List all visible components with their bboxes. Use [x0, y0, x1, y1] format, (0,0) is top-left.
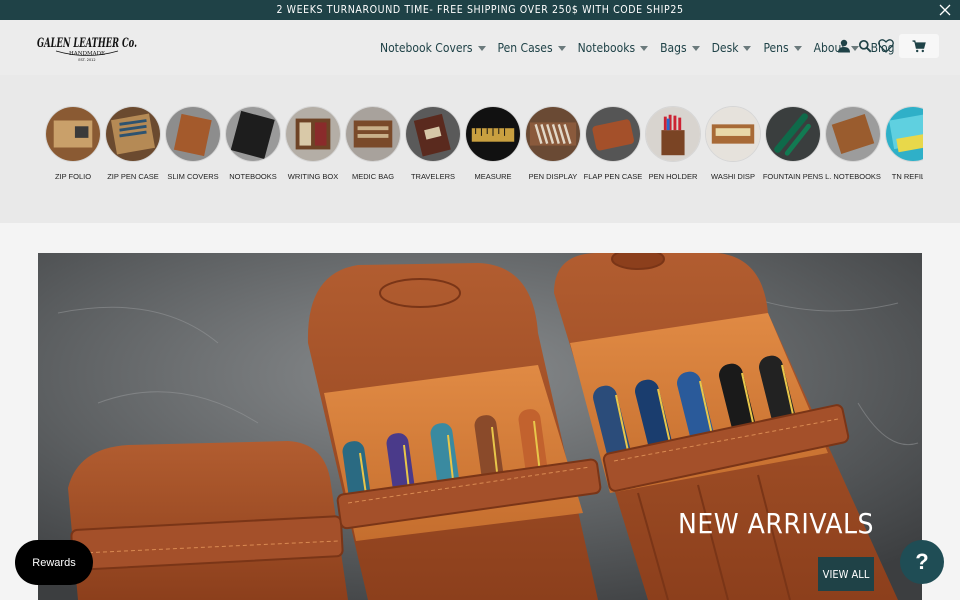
- help-button[interactable]: ?: [900, 540, 944, 584]
- category-label: SLIM COVERS: [167, 172, 219, 181]
- category-label: TRAVELERS: [410, 172, 456, 181]
- nav-item-pens[interactable]: Pens: [763, 41, 802, 55]
- category-flap-pen-case[interactable]: FLAP PEN CASE: [583, 106, 643, 206]
- category-thumbnail: [585, 106, 641, 162]
- chevron-down-icon: [477, 45, 486, 51]
- hero-banner[interactable]: NEW ARRIVALS VIEW ALL: [38, 253, 922, 600]
- chevron-down-icon: [743, 45, 752, 51]
- chevron-down-icon: [640, 45, 649, 51]
- chevron-down-icon: [557, 45, 566, 51]
- category-thumbnail: [45, 106, 101, 162]
- nav-item-pen-cases[interactable]: Pen Cases: [498, 41, 566, 55]
- category-measure[interactable]: MEASURE: [463, 106, 523, 206]
- category-washi-disp[interactable]: WASHI DISP: [703, 106, 763, 206]
- category-thumbnail: [165, 106, 221, 162]
- category-label: L. NOTEBOOKS: [825, 172, 881, 181]
- category-thumbnail: [465, 106, 521, 162]
- wishlist-heart-icon[interactable]: [878, 39, 894, 53]
- category-thumbnail: [405, 106, 461, 162]
- cart-button[interactable]: [899, 34, 939, 58]
- category-thumbnail: [825, 106, 881, 162]
- nav-item-notebooks[interactable]: Notebooks: [578, 41, 649, 55]
- category-label: WRITING BOX: [287, 172, 339, 181]
- category-label: MEASURE: [474, 172, 512, 181]
- category-zip-folio[interactable]: ZIP FOLIO: [43, 106, 103, 206]
- category-slim-covers[interactable]: SLIM COVERS: [163, 106, 223, 206]
- logo-est: EST. 2012: [78, 58, 95, 62]
- close-icon[interactable]: [938, 3, 952, 17]
- nav-item-notebook-covers[interactable]: Notebook Covers: [380, 41, 486, 55]
- category-writing-box[interactable]: WRITING BOX: [283, 106, 343, 206]
- account-icon[interactable]: [837, 39, 851, 53]
- category-label: NOTEBOOKS: [229, 172, 277, 181]
- category-thumbnail: [345, 106, 401, 162]
- main-nav: Notebook Covers Pen Cases Notebooks Bags…: [380, 38, 906, 58]
- nav-item-bags[interactable]: Bags: [660, 41, 700, 55]
- chevron-down-icon: [793, 45, 802, 51]
- category-fountain-pens[interactable]: FOUNTAIN PENS: [763, 106, 823, 206]
- header-icons: [837, 39, 894, 53]
- logo-subtext: HANDMADE: [69, 51, 105, 57]
- announcement-bar: 2 WEEKS TURNAROUND TIME- FREE SHIPPING O…: [0, 0, 960, 20]
- category-label: ZIP FOLIO: [54, 172, 92, 181]
- cart-icon: [912, 39, 926, 52]
- hero-image: [38, 253, 922, 600]
- chevron-down-icon: [691, 45, 700, 51]
- category-thumbnail: [285, 106, 341, 162]
- category-l-notebooks[interactable]: L. NOTEBOOKS: [823, 106, 883, 206]
- category-label: WASHI DISP: [711, 172, 755, 181]
- category-label: PEN HOLDER: [648, 172, 698, 181]
- category-zip-pen-case[interactable]: ZIP PEN CASE: [103, 106, 163, 206]
- rewards-button[interactable]: Rewards: [15, 540, 93, 585]
- logo-text: GALEN LEATHER Co.: [37, 36, 137, 51]
- category-pen-display[interactable]: PEN DISPLAY: [523, 106, 583, 206]
- hero-title: NEW ARRIVALS: [678, 507, 874, 540]
- category-travelers[interactable]: TRAVELERS: [403, 106, 463, 206]
- site-header: GALEN LEATHER Co. HANDMADE EST. 2012 Not…: [0, 20, 960, 75]
- category-thumbnail: [645, 106, 701, 162]
- search-icon[interactable]: [858, 39, 872, 53]
- category-thumbnail: [705, 106, 761, 162]
- category-thumbnail: [525, 106, 581, 162]
- category-label: MEDIC BAG: [351, 172, 395, 181]
- nav-item-desk[interactable]: Desk: [712, 41, 752, 55]
- category-carousel[interactable]: ZIP FOLIO ZIP PEN CASE SLIM COVERS NOTEB…: [43, 106, 923, 206]
- category-strip: ZIP FOLIO ZIP PEN CASE SLIM COVERS NOTEB…: [0, 75, 960, 223]
- category-thumbnail: [225, 106, 281, 162]
- category-label: FOUNTAIN PENS: [762, 172, 824, 181]
- announcement-text: 2 WEEKS TURNAROUND TIME- FREE SHIPPING O…: [276, 4, 684, 16]
- category-label: PEN DISPLAY: [528, 172, 578, 181]
- category-label: TN REFILLS: [891, 172, 923, 181]
- category-thumbnail: [765, 106, 821, 162]
- category-label: FLAP PEN CASE: [583, 172, 643, 181]
- category-notebooks[interactable]: NOTEBOOKS: [223, 106, 283, 206]
- category-label: ZIP PEN CASE: [107, 172, 159, 181]
- category-pen-holder[interactable]: PEN HOLDER: [643, 106, 703, 206]
- category-tn-refills[interactable]: TN REFILLS: [883, 106, 923, 206]
- view-all-button[interactable]: VIEW ALL: [818, 557, 874, 591]
- category-thumbnail: [105, 106, 161, 162]
- category-thumbnail: [885, 106, 923, 162]
- brand-logo[interactable]: GALEN LEATHER Co. HANDMADE EST. 2012: [36, 30, 138, 64]
- category-medic-bag[interactable]: MEDIC BAG: [343, 106, 403, 206]
